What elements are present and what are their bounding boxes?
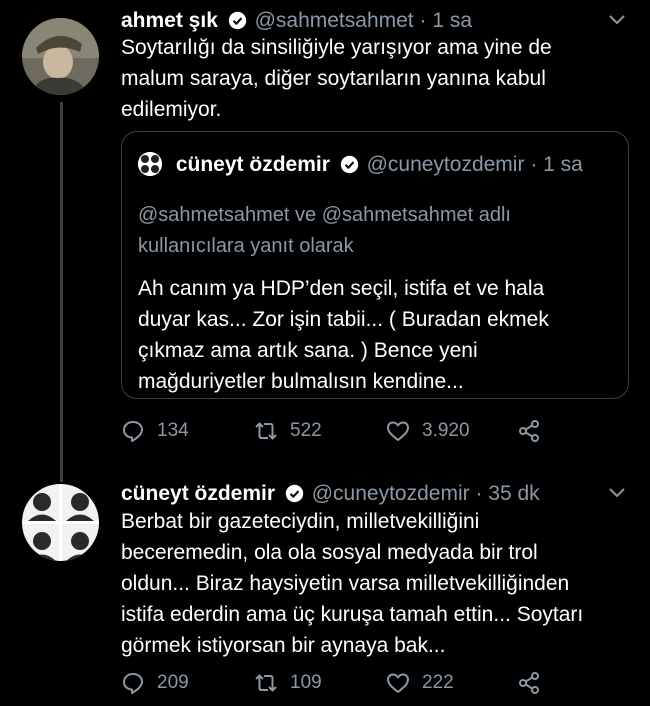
avatar-grid-icon (22, 484, 99, 561)
display-name[interactable]: cüneyt özdemir (121, 482, 275, 505)
reply-line: kullanıcılara yanıt olarak (138, 235, 354, 257)
handle[interactable]: @sahmetsahmet (255, 9, 414, 32)
tweet-text: Soytarılığı da sinsiliğiyle yarışıyor am… (121, 32, 621, 125)
text-line: görmek istiyorsan bir aynaya bak... (121, 634, 446, 657)
verified-badge-icon (285, 484, 304, 503)
text-line: istifa ederdin ama üç kuruşa tamah ettin… (121, 603, 584, 626)
retweet-count: 109 (290, 672, 322, 693)
text-line: Soytarılığı da sinsiliğiyle yarışıyor am… (121, 36, 552, 59)
like-count: 222 (422, 672, 454, 693)
retweet-button[interactable]: 522 (254, 419, 322, 443)
text-line: beceremedin, ola ola sosyal medyada bir … (121, 541, 538, 564)
tweet-header: cüneyt özdemir @cuneytozdemir · 35 dk (121, 481, 540, 507)
quoted-display-name: cüneyt özdemir (175, 153, 330, 176)
verified-badge-icon (340, 155, 358, 174)
thread-line (60, 102, 63, 482)
avatar-grid-icon (138, 152, 162, 176)
share-icon (519, 672, 539, 694)
tweet-actions: 209 109 222 (121, 671, 551, 701)
text-line: çıkmaz ama artık sana. ) Bence yeni (138, 339, 478, 362)
reply-icon (123, 673, 143, 694)
retweet-count: 522 (290, 420, 322, 441)
like-count: 3.920 (422, 420, 470, 441)
tweet-header: ahmet şık @sahmetsahmet · 1 sa (121, 8, 472, 34)
avatar-photo-icon (22, 18, 99, 95)
share-button[interactable] (517, 671, 553, 695)
quoted-avatar (138, 152, 162, 176)
chevron-down-icon[interactable] (608, 487, 626, 499)
reply-context: @sahmetsahmet ve @sahmetsahmet adlı kull… (138, 200, 618, 262)
verified-badge-icon (228, 11, 246, 30)
quoted-timestamp: 1 sa (543, 153, 583, 176)
like-button[interactable]: 3.920 (386, 419, 470, 443)
text-line: edilemiyor. (121, 98, 222, 121)
share-icon (519, 420, 539, 442)
text-line: duyar kas... Zor işin tabii... ( Buradan… (138, 308, 549, 331)
reply-icon (123, 421, 143, 442)
separator: · (475, 482, 483, 505)
reply-count: 134 (157, 420, 189, 441)
chevron-down-icon[interactable] (608, 14, 626, 26)
share-button[interactable] (517, 419, 553, 443)
quoted-tweet-header: cüneyt özdemir @cuneytozdemir · 1 sa (138, 152, 583, 178)
tweet[interactable]: cüneyt özdemir @cuneytozdemir · 35 dk Be… (0, 470, 650, 706)
tweet-actions: 134 522 3.920 (121, 419, 551, 449)
reply-button[interactable]: 134 (121, 419, 189, 443)
separator: · (530, 153, 538, 176)
tweet[interactable]: ahmet şık @sahmetsahmet · 1 sa Soytarılı… (0, 0, 650, 482)
reply-line: @sahmetsahmet ve @sahmetsahmet adlı (138, 204, 511, 226)
handle[interactable]: @cuneytozdemir (312, 482, 470, 505)
avatar[interactable] (22, 18, 99, 95)
text-line: Ah canım ya HDP’den seçil, istifa et ve … (138, 277, 545, 300)
text-line: Berbat bir gazeteciydin, milletvekilliği… (121, 510, 480, 533)
text-line: mağduriyetler bulmalısın kendine... (138, 370, 464, 393)
retweet-icon (255, 674, 277, 692)
display-name[interactable]: ahmet şık (121, 9, 218, 32)
timestamp[interactable]: 1 sa (432, 9, 472, 32)
retweet-button[interactable]: 109 (254, 671, 322, 695)
timestamp[interactable]: 35 dk (488, 482, 539, 505)
avatar[interactable] (22, 484, 99, 561)
tweet-text: Berbat bir gazeteciydin, milletvekilliği… (121, 506, 641, 661)
reply-count: 209 (157, 672, 189, 693)
retweet-icon (255, 422, 277, 440)
heart-icon (387, 421, 409, 441)
reply-button[interactable]: 209 (121, 671, 189, 695)
like-button[interactable]: 222 (386, 671, 454, 695)
heart-icon (387, 673, 409, 693)
text-line: malum saraya, diğer soytarıların yanına … (121, 67, 546, 90)
text-line: oldun... Biraz haysiyetin varsa milletve… (121, 572, 570, 595)
separator: · (419, 9, 427, 32)
quoted-tweet[interactable]: cüneyt özdemir @cuneytozdemir · 1 sa @sa… (121, 131, 629, 399)
quoted-tweet-text: Ah canım ya HDP’den seçil, istifa et ve … (138, 273, 618, 397)
quoted-handle: @cuneytozdemir (366, 153, 525, 176)
